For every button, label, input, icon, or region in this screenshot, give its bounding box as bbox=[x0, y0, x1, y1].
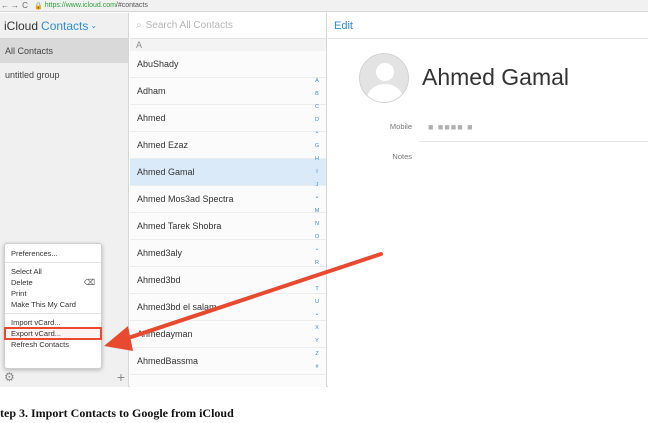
contact-row[interactable]: Ahmed Tarek Shobra bbox=[130, 213, 326, 240]
contact-row[interactable]: Ahmed Mos3ad Spectra bbox=[130, 186, 326, 213]
delete-key-icon: ⌫ bbox=[83, 278, 95, 287]
index-letter[interactable]: D bbox=[314, 114, 320, 127]
menu-divider bbox=[5, 262, 101, 263]
contact-detail: Edit Ahmed Gamal Mobile ■ ■■■■ ■ Notes bbox=[328, 13, 648, 387]
brand-label: iCloud bbox=[4, 18, 39, 33]
contact-row[interactable]: AhmedBassma bbox=[130, 348, 326, 375]
section-header: A bbox=[130, 39, 326, 51]
back-icon[interactable]: ← bbox=[0, 0, 10, 12]
browser-toolbar: ← → C 🔒 https://www.icloud.com/#contacts bbox=[0, 0, 648, 12]
mobile-value: ■ ■■■■ ■ bbox=[428, 122, 474, 132]
index-letter[interactable]: R bbox=[314, 257, 320, 270]
avatar bbox=[359, 53, 409, 103]
index-letter[interactable]: • bbox=[314, 244, 320, 257]
contact-row[interactable]: Ahmed3bd bbox=[130, 267, 326, 294]
menu-item-delete[interactable]: Delete ⌫ bbox=[5, 277, 101, 288]
chevron-down-icon[interactable]: ⌄ bbox=[90, 21, 97, 30]
index-letter[interactable]: • bbox=[314, 270, 320, 283]
index-letter[interactable]: • bbox=[314, 309, 320, 322]
menu-divider bbox=[5, 313, 101, 314]
menu-item-import-vcard[interactable]: Import vCard... bbox=[5, 317, 101, 328]
index-letter[interactable]: G bbox=[314, 140, 320, 153]
group-item-all-contacts[interactable]: All Contacts bbox=[0, 39, 128, 63]
forward-icon[interactable]: → bbox=[10, 0, 20, 12]
menu-item-print[interactable]: Print bbox=[5, 288, 101, 299]
search-input[interactable]: ⌕ Search All Contacts bbox=[130, 13, 326, 39]
gear-icon[interactable]: ⚙ bbox=[4, 371, 17, 384]
index-letter[interactable]: # bbox=[314, 361, 320, 374]
detail-toolbar: Edit bbox=[328, 13, 648, 39]
reload-icon[interactable]: C bbox=[20, 0, 30, 12]
contact-row[interactable]: Ahmed Gamal bbox=[130, 159, 326, 186]
url-host: www.icloud.com bbox=[65, 2, 116, 9]
contact-name: Ahmed Gamal bbox=[422, 64, 570, 90]
contact-row[interactable]: Ahmed3bd el salam bbox=[130, 294, 326, 321]
mobile-label: Mobile bbox=[389, 122, 412, 131]
caption: tep 3. Import Contacts to Google from iC… bbox=[0, 406, 234, 420]
app-switcher-label[interactable]: Contacts bbox=[41, 19, 88, 33]
contacts-list: ⌕ Search All Contacts A AbuShady Adham Ahm… bbox=[130, 13, 327, 387]
notes-label: Notes bbox=[392, 152, 412, 161]
url-path: /#contacts bbox=[115, 2, 148, 9]
contact-row[interactable]: Ahmed Ezaz bbox=[130, 132, 326, 159]
app-title[interactable]: iCloud Contacts ⌄ bbox=[0, 13, 128, 39]
contact-row[interactable]: Adham bbox=[130, 78, 326, 105]
index-letter[interactable]: B bbox=[314, 88, 320, 101]
sidebar-footer: ⚙ + bbox=[0, 367, 129, 387]
field-divider bbox=[419, 141, 648, 142]
index-letter[interactable]: J bbox=[314, 179, 320, 192]
add-icon[interactable]: + bbox=[117, 370, 125, 384]
menu-item-delete-label: Delete bbox=[11, 278, 33, 287]
index-letter[interactable]: I bbox=[314, 166, 320, 179]
edit-button[interactable]: Edit bbox=[334, 20, 353, 32]
group-item-untitled-group[interactable]: untitled group bbox=[0, 63, 128, 87]
lock-icon: 🔒 bbox=[34, 2, 43, 10]
index-letter[interactable]: T bbox=[314, 283, 320, 296]
index-letter[interactable]: X bbox=[314, 322, 320, 335]
menu-item-refresh-contacts[interactable]: Refresh Contacts bbox=[5, 339, 101, 350]
index-letter[interactable]: • bbox=[314, 192, 320, 205]
settings-menu: Preferences... Select All Delete ⌫ Print … bbox=[4, 243, 102, 369]
icloud-contacts-app: iCloud Contacts ⌄ All Contacts untitled … bbox=[0, 13, 648, 387]
index-letter[interactable]: N bbox=[314, 218, 320, 231]
menu-item-preferences[interactable]: Preferences... bbox=[5, 248, 101, 259]
index-letter[interactable]: H bbox=[314, 153, 320, 166]
address-bar[interactable]: https://www.icloud.com/#contacts bbox=[45, 2, 148, 9]
index-letter[interactable]: C bbox=[314, 101, 320, 114]
contact-row[interactable]: Ahmedayman bbox=[130, 321, 326, 348]
menu-item-select-all[interactable]: Select All bbox=[5, 266, 101, 277]
index-letter[interactable]: M bbox=[314, 205, 320, 218]
index-letter[interactable]: A bbox=[314, 75, 320, 88]
contact-row[interactable]: Ahmed3aly bbox=[130, 240, 326, 267]
contact-row[interactable]: Ahmed bbox=[130, 105, 326, 132]
search-icon: ⌕ bbox=[136, 20, 142, 31]
index-letter[interactable]: U bbox=[314, 296, 320, 309]
alphabet-index[interactable]: A B C D • G H I J • M N O • R • T U • X Y Z # bbox=[314, 75, 320, 374]
search-placeholder: Search All Contacts bbox=[145, 20, 233, 31]
url-scheme: https:// bbox=[44, 2, 66, 9]
index-letter[interactable]: O bbox=[314, 231, 320, 244]
index-letter[interactable]: • bbox=[314, 127, 320, 140]
index-letter[interactable]: Y bbox=[314, 335, 320, 348]
menu-item-make-my-card[interactable]: Make This My Card bbox=[5, 299, 101, 310]
contact-row[interactable]: AbuShady bbox=[130, 51, 326, 78]
menu-item-export-vcard[interactable]: Export vCard... bbox=[4, 327, 102, 340]
index-letter[interactable]: Z bbox=[314, 348, 320, 361]
